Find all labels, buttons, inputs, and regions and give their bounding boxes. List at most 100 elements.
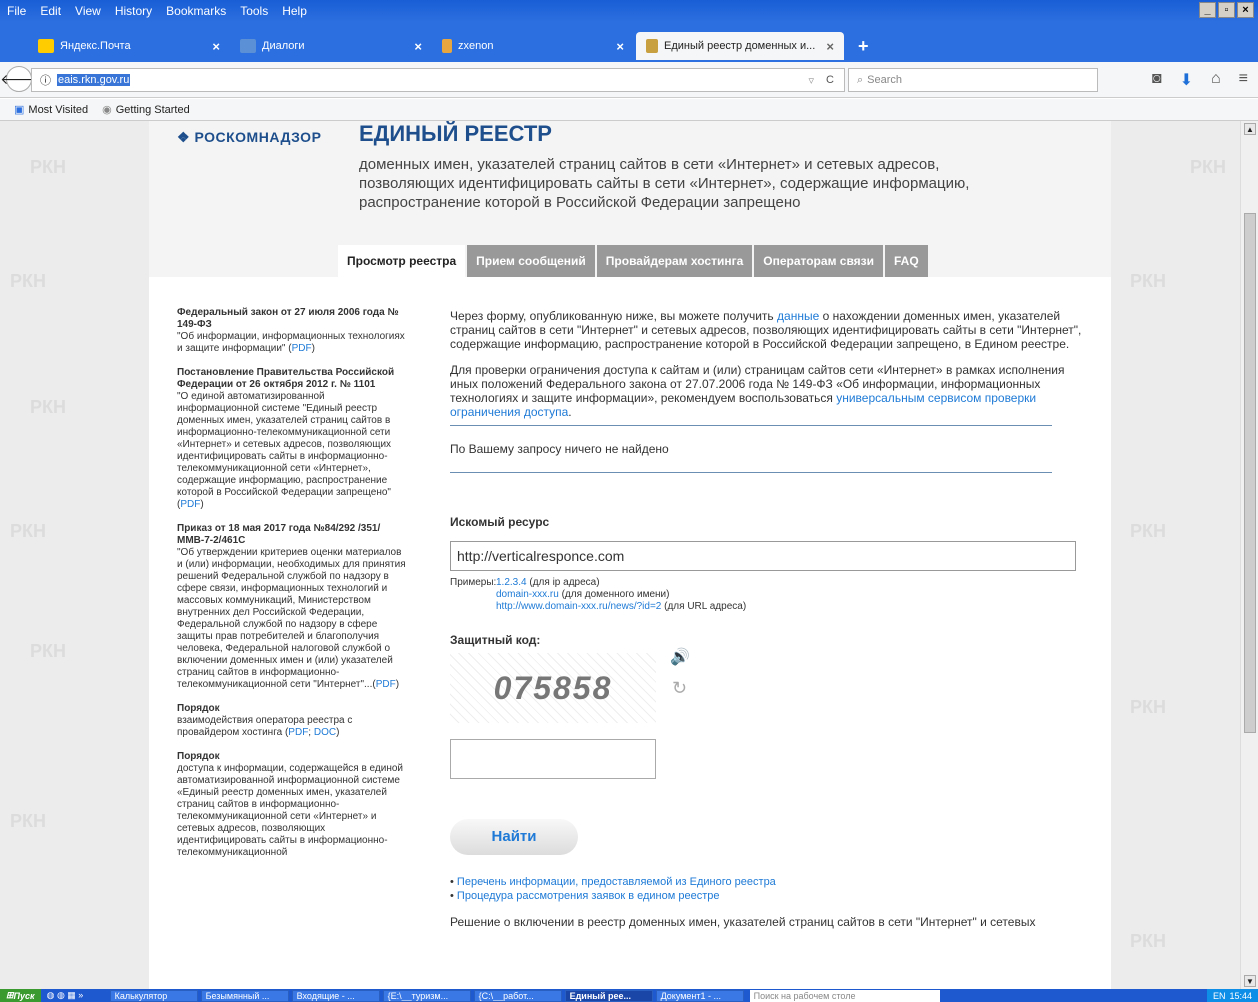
taskbar-item[interactable]: {E:\__туризм... xyxy=(382,989,471,1002)
new-tab-button[interactable]: + xyxy=(858,36,869,57)
search-icon: ⌕ xyxy=(857,73,864,86)
taskbar-item[interactable]: {C:\__работ... xyxy=(473,989,562,1002)
menu-bookmarks[interactable]: Bookmarks xyxy=(159,4,233,18)
divider xyxy=(450,472,1052,473)
tab-zxenon[interactable]: zxenon × xyxy=(432,32,634,60)
example-ip[interactable]: 1.2.3.4 xyxy=(496,577,527,588)
menu-help[interactable]: Help xyxy=(275,4,314,18)
tab-yandex-mail[interactable]: Яндекс.Почта × xyxy=(28,32,230,60)
example-desc: (для URL адреса) xyxy=(661,601,747,612)
chevron-down-icon[interactable]: ▿ xyxy=(808,74,814,87)
logo-icon: ❖ xyxy=(177,129,195,145)
tab-hosting-providers[interactable]: Провайдерам хостинга xyxy=(596,245,753,277)
check-paragraph: Для проверки ограничения доступа к сайта… xyxy=(450,363,1090,419)
minimize-button[interactable]: _ xyxy=(1199,2,1216,18)
scroll-thumb[interactable] xyxy=(1244,213,1256,733)
reload-icon[interactable]: C xyxy=(826,74,834,86)
data-link[interactable]: данные xyxy=(777,309,819,323)
divider xyxy=(450,425,1052,426)
language-indicator[interactable]: EN xyxy=(1213,991,1226,1001)
scroll-up-icon[interactable]: ▲ xyxy=(1244,123,1256,135)
menu-tools[interactable]: Tools xyxy=(233,4,275,18)
page-scrollbar[interactable]: ▲ ▼ xyxy=(1240,121,1258,989)
tab-faq[interactable]: FAQ xyxy=(885,245,928,277)
taskbar-item[interactable]: Калькулятор xyxy=(109,989,198,1002)
intro-paragraph: Через форму, опубликованную ниже, вы мож… xyxy=(450,309,1090,351)
resource-label: Искомый ресурс xyxy=(450,515,550,529)
pdf-link[interactable]: PDF xyxy=(288,727,308,738)
search-form-area: Через форму, опубликованную ниже, вы мож… xyxy=(450,309,1090,929)
watermark: РКН xyxy=(1130,697,1166,717)
taskbar-item-active[interactable]: Единый рее... xyxy=(564,989,653,1002)
doc-title: Постановление Правительства Российской Ф… xyxy=(177,367,395,390)
menu-view[interactable]: View xyxy=(68,4,108,18)
tab-receive-messages[interactable]: Прием сообщений xyxy=(467,245,595,277)
documents-sidebar: Федеральный закон от 27 июля 2006 года №… xyxy=(177,307,409,871)
speaker-icon[interactable]: 🔊 xyxy=(670,650,690,666)
watermark: РКН xyxy=(1190,157,1226,177)
doc-title: Порядок xyxy=(177,751,220,762)
procedure-link[interactable]: Процедура рассмотрения заявок в едином р… xyxy=(457,890,720,902)
menu-bar: File Edit View History Bookmarks Tools H… xyxy=(0,0,1258,22)
logo-text: РОСКОМНАДЗОР xyxy=(194,129,322,145)
example-domain[interactable]: domain-xxx.ru xyxy=(496,589,559,600)
back-button[interactable]: 🡐 xyxy=(0,66,38,92)
menu-icon[interactable]: ≡ xyxy=(1239,70,1248,90)
search-input[interactable]: ⌕ Search xyxy=(848,68,1098,92)
restore-button[interactable]: ▫ xyxy=(1218,2,1235,18)
close-button[interactable]: × xyxy=(1237,2,1254,18)
window-controls: _ ▫ × xyxy=(1199,2,1254,18)
example-desc: (для доменного имени) xyxy=(558,589,670,600)
find-button[interactable]: Найти xyxy=(450,819,578,855)
doc-title: Порядок xyxy=(177,703,220,714)
doc-link[interactable]: DOC xyxy=(314,727,336,738)
page-title: ЕДИНЫЙ РЕЕСТР xyxy=(359,121,552,146)
url-bar[interactable]: ⓘ eais.rkn.gov.ru ▿ C xyxy=(31,68,845,92)
captcha-input[interactable] xyxy=(450,739,656,779)
info-links: • Перечень информации, предоставляемой и… xyxy=(450,876,776,902)
tab-registry[interactable]: Единый реестр доменных и... × xyxy=(636,32,844,60)
text: Через форму, опубликованную ниже, вы мож… xyxy=(450,309,778,323)
tab-label: zxenon xyxy=(458,40,494,52)
desktop-search-input[interactable]: Поиск на рабочем столе xyxy=(749,989,940,1002)
tab-dialogs[interactable]: Диалоги × xyxy=(230,32,432,60)
home-icon[interactable]: ⌂ xyxy=(1211,70,1221,90)
tab-telecom-operators[interactable]: Операторам связи xyxy=(754,245,884,277)
menu-edit[interactable]: Edit xyxy=(33,4,68,18)
close-tab-icon[interactable]: × xyxy=(212,39,220,54)
pdf-link[interactable]: PDF xyxy=(376,679,396,690)
close-tab-icon[interactable]: × xyxy=(414,39,422,54)
scroll-down-icon[interactable]: ▼ xyxy=(1244,975,1256,987)
tab-view-registry[interactable]: Просмотр реестра xyxy=(338,245,466,277)
url-text: eais.rkn.gov.ru xyxy=(57,74,131,86)
info-icon[interactable]: ⓘ xyxy=(40,72,51,88)
taskbar-item[interactable]: Входящие - ... xyxy=(291,989,380,1002)
bookmark-getting-started[interactable]: ◉ Getting Started xyxy=(102,103,190,117)
page-header: ❖ РОСКОМНАДЗОР ЕДИНЫЙ РЕЕСТР доменных им… xyxy=(149,121,1111,277)
bookmark-most-visited[interactable]: ▣ Most Visited xyxy=(14,103,88,117)
clock: 15:44 xyxy=(1229,990,1252,1001)
taskbar-item[interactable]: Документ1 - ... xyxy=(655,989,744,1002)
watermark: РКН xyxy=(1130,271,1166,291)
pdf-link[interactable]: PDF xyxy=(180,499,200,510)
close-tab-icon[interactable]: × xyxy=(616,39,624,54)
menu-file[interactable]: File xyxy=(0,4,33,18)
download-icon[interactable]: ⬇ xyxy=(1180,70,1193,90)
menu-history[interactable]: History xyxy=(108,4,159,18)
paren: ) xyxy=(336,727,340,738)
pdf-link[interactable]: PDF xyxy=(292,343,312,354)
start-button[interactable]: ⊞ Пуск xyxy=(0,989,41,1002)
example-url[interactable]: http://www.domain-xxx.ru/news/?id=2 xyxy=(496,601,661,612)
taskbar-item[interactable]: Безымянный ... xyxy=(200,989,289,1002)
pocket-icon[interactable]: ◙ xyxy=(1152,70,1162,90)
logo[interactable]: ❖ РОСКОМНАДЗОР xyxy=(177,129,321,146)
tab-label: Яндекс.Почта xyxy=(60,40,131,52)
resource-input[interactable]: http://verticalresponce.com xyxy=(450,541,1076,571)
refresh-icon[interactable]: ↻ xyxy=(672,679,687,697)
tab-label: Единый реестр доменных и... xyxy=(664,40,816,52)
close-tab-icon[interactable]: × xyxy=(826,39,834,54)
captcha-label: Защитный код: xyxy=(450,633,541,647)
doc-title: Приказ от 18 мая 2017 года №84/292 /351/… xyxy=(177,523,381,546)
info-list-link[interactable]: Перечень информации, предоставляемой из … xyxy=(457,876,776,888)
doc-text: доступа к информации, содержащейся в еди… xyxy=(177,763,403,858)
